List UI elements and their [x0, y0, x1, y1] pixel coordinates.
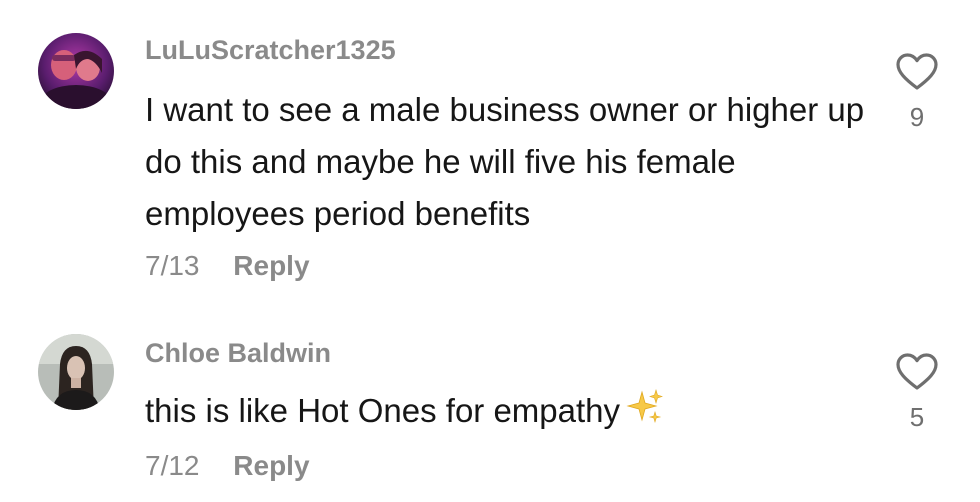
comment-text: I want to see a male business owner or h… — [145, 91, 865, 232]
like-count: 5 — [909, 402, 925, 432]
avatar[interactable] — [38, 33, 114, 109]
comment-text-body: this is like Hot Ones for empathy — [145, 392, 621, 429]
comment-meta: 7/12 Reply — [145, 450, 310, 482]
reply-button[interactable]: Reply — [233, 450, 309, 482]
avatar[interactable] — [38, 334, 114, 410]
like-button[interactable]: 9 — [892, 52, 942, 133]
like-count: 9 — [909, 102, 925, 132]
comment-date: 7/12 — [145, 450, 200, 481]
heart-icon — [896, 53, 938, 90]
reply-button[interactable]: Reply — [233, 250, 309, 282]
username[interactable]: Chloe Baldwin — [145, 338, 331, 369]
sparkles-icon — [626, 388, 664, 441]
comment-date: 7/13 — [145, 250, 200, 281]
avatar-photo — [38, 334, 114, 410]
heart-icon — [896, 353, 938, 390]
like-button[interactable]: 5 — [892, 352, 942, 433]
avatar-photo — [38, 33, 114, 109]
comment-meta: 7/13 Reply — [145, 250, 310, 282]
username[interactable]: LuLuScratcher1325 — [145, 35, 396, 66]
comment-text: this is like Hot Ones for empathy — [145, 385, 865, 441]
